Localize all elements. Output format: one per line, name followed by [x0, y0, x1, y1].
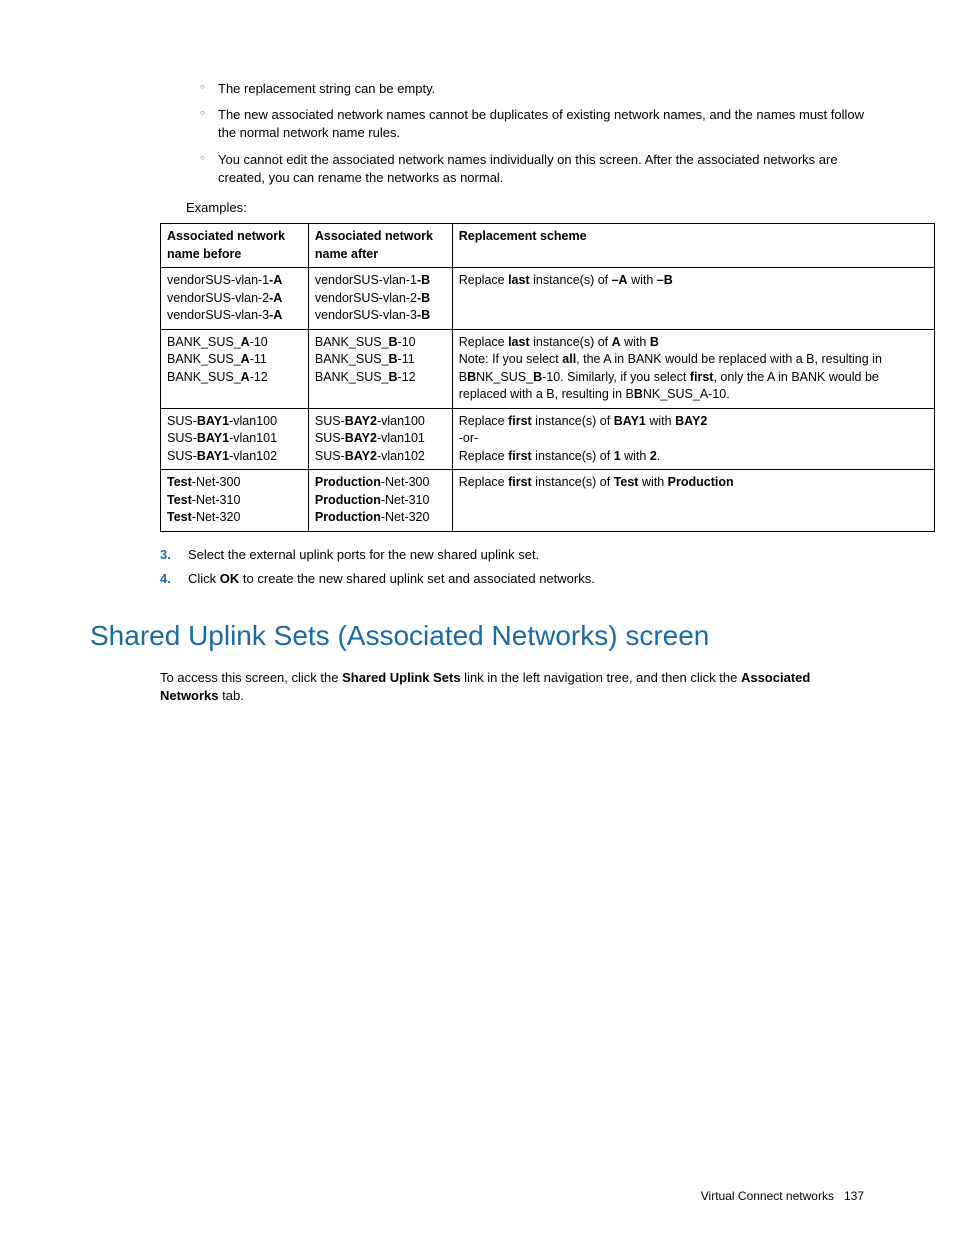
step-number: 3.	[160, 546, 171, 564]
table-row: SUS-BAY1-vlan100SUS-BAY1-vlan101SUS-BAY1…	[161, 408, 935, 470]
body-paragraph: To access this screen, click the Shared …	[160, 669, 864, 705]
table-cell: Replace last instance(s) of –A with –B	[452, 268, 934, 330]
step-text: Select the external uplink ports for the…	[188, 547, 539, 562]
numbered-steps: 3. Select the external uplink ports for …	[160, 546, 864, 588]
step-number: 4.	[160, 570, 171, 588]
table-cell: SUS-BAY1-vlan100SUS-BAY1-vlan101SUS-BAY1…	[161, 408, 309, 470]
table-header: Replacement scheme	[452, 224, 934, 268]
table-cell: vendorSUS-vlan-1-BvendorSUS-vlan-2-Bvend…	[308, 268, 452, 330]
examples-label: Examples:	[186, 199, 864, 217]
list-item: 3. Select the external uplink ports for …	[160, 546, 864, 564]
list-item: The new associated network names cannot …	[200, 106, 864, 142]
page-footer: Virtual Connect networks 137	[701, 1188, 864, 1205]
list-item: The replacement string can be empty.	[200, 80, 864, 98]
table-cell: Replace last instance(s) of A with BNote…	[452, 329, 934, 408]
table-cell: Production-Net-300Production-Net-310Prod…	[308, 470, 452, 532]
table-row: BANK_SUS_A-10BANK_SUS_A-11BANK_SUS_A-12 …	[161, 329, 935, 408]
list-item: You cannot edit the associated network n…	[200, 151, 864, 187]
table-cell: BANK_SUS_B-10BANK_SUS_B-11BANK_SUS_B-12	[308, 329, 452, 408]
list-item: 4. Click OK to create the new shared upl…	[160, 570, 864, 588]
table-cell: Replace first instance(s) of Test with P…	[452, 470, 934, 532]
table-row: vendorSUS-vlan-1-AvendorSUS-vlan-2-Avend…	[161, 268, 935, 330]
table-cell: Test-Net-300Test-Net-310Test-Net-320	[161, 470, 309, 532]
table-row: Test-Net-300Test-Net-310Test-Net-320 Pro…	[161, 470, 935, 532]
section-heading: Shared Uplink Sets (Associated Networks)…	[90, 616, 864, 655]
table-cell: SUS-BAY2-vlan100SUS-BAY2-vlan101SUS-BAY2…	[308, 408, 452, 470]
step-text: Click OK to create the new shared uplink…	[188, 571, 595, 586]
footer-section: Virtual Connect networks	[701, 1189, 834, 1203]
table-cell: Replace first instance(s) of BAY1 with B…	[452, 408, 934, 470]
footer-page: 137	[844, 1189, 864, 1203]
examples-table: Associated network name before Associate…	[160, 223, 935, 532]
table-header: Associated network name before	[161, 224, 309, 268]
table-cell: BANK_SUS_A-10BANK_SUS_A-11BANK_SUS_A-12	[161, 329, 309, 408]
table-cell: vendorSUS-vlan-1-AvendorSUS-vlan-2-Avend…	[161, 268, 309, 330]
sub-bullet-list: The replacement string can be empty. The…	[200, 80, 864, 187]
table-header: Associated network name after	[308, 224, 452, 268]
